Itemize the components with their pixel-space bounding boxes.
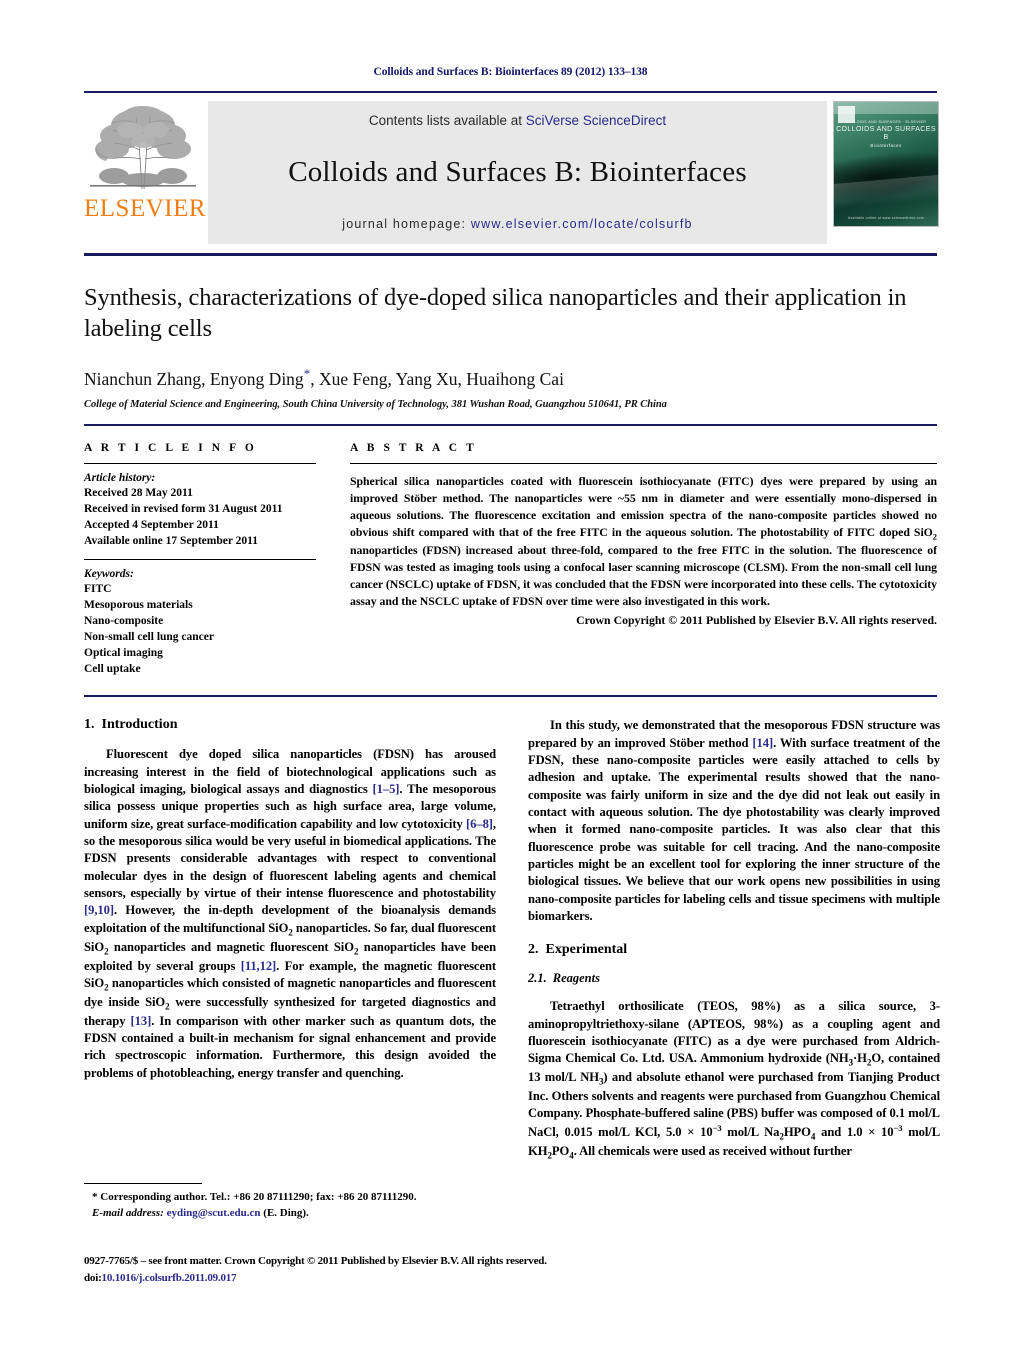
email-owner: (E. Ding).	[263, 1206, 309, 1219]
sciencedirect-link[interactable]: SciVerse ScienceDirect	[526, 113, 666, 128]
abstract-part-1: Spherical silica nanoparticles coated wi…	[350, 473, 937, 539]
rg-j: . All chemicals were used as received wi…	[573, 1143, 852, 1158]
article-info-rule	[84, 462, 316, 464]
footnote-block: * Corresponding author. Tel.: +86 20 871…	[84, 1183, 496, 1221]
journal-cover-thumbnail: COLLOIDS AND SURFACES · ELSEVIER COLLOID…	[833, 101, 939, 227]
email-note: E-mail address: eyding@scut.edu.cn (E. D…	[84, 1206, 496, 1222]
email-link[interactable]: eyding@scut.edu.cn	[167, 1207, 261, 1219]
doi-label: doi:	[84, 1271, 102, 1284]
cover-sub-text: Biointerfaces	[870, 143, 902, 148]
masthead-bottom-rule	[84, 253, 937, 256]
abstract-bottom-rule	[84, 695, 937, 698]
abstract-heading: A B S T R A C T	[350, 441, 477, 454]
rg-e: mol/L Na	[721, 1124, 780, 1139]
cover-main-text: COLLOIDS AND SURFACES B	[836, 126, 936, 141]
elsevier-wordmark: ELSEVIER	[84, 195, 207, 222]
frontmatter-block: 0927-7765/$ – see front matter. Crown Co…	[84, 1253, 944, 1286]
abstract-copyright: Crown Copyright © 2011 Published by Else…	[576, 613, 937, 628]
section-number: 2.	[528, 942, 539, 958]
citation-ref[interactable]: [6–8]	[466, 817, 493, 831]
affiliation: College of Material Science and Engineer…	[84, 398, 667, 410]
abstract-part-2: nanoparticles (FDSN) increased about thr…	[350, 543, 937, 609]
footnote-rule	[84, 1183, 202, 1184]
keyword-item: FITC	[84, 582, 112, 595]
citation-ref[interactable]: [11,12]	[241, 959, 277, 973]
history-item: Accepted 4 September 2011	[84, 518, 219, 531]
citation-ref[interactable]: [13]	[131, 1014, 152, 1028]
keyword-item: Nano-composite	[84, 615, 164, 628]
section-number: 1.	[84, 717, 95, 733]
keywords-label: Keywords:	[84, 567, 134, 580]
title-block: Synthesis, characterizations of dye-dope…	[84, 282, 937, 410]
body-column-left: 1. Introduction Fluorescent dye doped sil…	[84, 717, 496, 1174]
intro-paragraph: Fluorescent dye doped silica nanoparticl…	[84, 746, 496, 1082]
body-column-right: In this study, we demonstrated that the …	[528, 717, 940, 1174]
doi-line: doi:10.1016/j.colsurfb.2011.09.017	[84, 1270, 944, 1287]
citation-ref[interactable]: [9,10]	[84, 903, 114, 917]
subsection-number: 2.1.	[528, 971, 547, 986]
article-info-heading: A R T I C L E I N F O	[84, 441, 257, 454]
article-info-column: A R T I C L E I N F O Article history: R…	[84, 442, 316, 678]
author-list: Nianchun Zhang, Enyong Ding*, Xue Feng, …	[84, 366, 937, 390]
sciencedirect-banner: Contents lists available at SciVerse Sci…	[208, 101, 827, 244]
sp-b: . With surface treatment of the FDSN, th…	[528, 735, 940, 923]
rg-g: and 1.0 × 10	[815, 1124, 894, 1139]
frontmatter-copyright: 0927-7765/$ – see front matter. Crown Co…	[84, 1255, 547, 1267]
homepage-prefix: journal homepage:	[342, 217, 471, 231]
email-label: E-mail address:	[92, 1206, 164, 1219]
journal-cover-cell: COLLOIDS AND SURFACES · ELSEVIER COLLOID…	[833, 101, 939, 227]
rg-i: PO	[551, 1143, 570, 1158]
keywords-rule	[84, 558, 316, 560]
body-columns: 1. Introduction Fluorescent dye doped sil…	[84, 717, 940, 1174]
title-bottom-rule	[84, 423, 937, 426]
running-head: Colloids and Surfaces B: Biointerfaces 8…	[373, 66, 648, 78]
abstract-column: A B S T R A C T Spherical silica nanopar…	[350, 442, 937, 678]
abstract-subscript: 2	[932, 530, 937, 541]
authors-rest: , Xue Feng, Yang Xu, Huaihong Cai	[310, 368, 564, 389]
contents-prefix: Contents lists available at	[368, 113, 526, 128]
elsevier-tree-icon	[84, 103, 202, 193]
subsection-title: Reagents	[552, 971, 600, 986]
keyword-item: Cell uptake	[84, 663, 141, 676]
article-history-group: Article history: Received 28 May 2011 Re…	[84, 472, 316, 549]
authors-first: Nianchun Zhang, Enyong Ding	[84, 368, 304, 389]
abstract-body: Spherical silica nanoparticles coated wi…	[350, 473, 937, 610]
citation-ref[interactable]: [1–5]	[373, 782, 400, 796]
contents-available-line: Contents lists available at SciVerse Sci…	[208, 113, 827, 128]
citation-ref[interactable]: [14]	[752, 736, 773, 750]
elsevier-logo-cell: ELSEVIER	[84, 101, 206, 221]
section-heading-introduction: 1. Introduction	[84, 717, 496, 733]
reagents-paragraph: Tetraethyl orthosilicate (TEOS, 98%) as …	[528, 998, 940, 1162]
cover-bottom-text: Available online at www.sciencedirect.co…	[848, 216, 924, 220]
doi-value[interactable]: 10.1016/j.colsurfb.2011.09.017	[102, 1272, 237, 1284]
keywords-group: Keywords: FITC Mesoporous materials Nano…	[84, 568, 316, 678]
p-f: nanoparticles and magnetic fluorescent S…	[108, 939, 354, 954]
history-item: Available online 17 September 2011	[84, 534, 258, 547]
keyword-item: Non-small cell lung cancer	[84, 631, 214, 644]
superscript-neg3: −3	[712, 1122, 722, 1133]
journal-homepage-line: journal homepage: www.elsevier.com/locat…	[208, 217, 827, 231]
history-item: Received in revised form 31 August 2011	[84, 502, 283, 515]
abstract-rule	[350, 462, 937, 464]
study-paragraph: In this study, we demonstrated that the …	[528, 717, 940, 925]
keyword-item: Optical imaging	[84, 647, 163, 660]
journal-masthead: ELSEVIER Contents lists available at Sci…	[84, 91, 939, 244]
rg-f: HPO	[783, 1124, 811, 1139]
rg-b: ·H	[853, 1051, 867, 1066]
info-abstract-row: A R T I C L E I N F O Article history: R…	[84, 442, 937, 678]
subsection-heading-reagents: 2.1. Reagents	[528, 971, 940, 986]
article-page: Colloids and Surfaces B: Biointerfaces 8…	[0, 0, 1021, 1351]
keyword-item: Mesoporous materials	[84, 599, 193, 612]
history-item: Received 28 May 2011	[84, 486, 193, 499]
section-title: Experimental	[545, 942, 628, 958]
cover-top-text: COLLOIDS AND SURFACES · ELSEVIER	[845, 120, 927, 124]
corresponding-author-note: * Corresponding author. Tel.: +86 20 871…	[92, 1191, 417, 1203]
section-heading-experimental: 2. Experimental	[528, 942, 940, 958]
section-title: Introduction	[101, 717, 178, 733]
homepage-url-link[interactable]: www.elsevier.com/locate/colsurfb	[471, 217, 693, 231]
article-history-label: Article history:	[84, 471, 156, 484]
journal-title: Colloids and Surfaces B: Biointerfaces	[288, 156, 747, 188]
article-title: Synthesis, characterizations of dye-dope…	[84, 284, 907, 343]
